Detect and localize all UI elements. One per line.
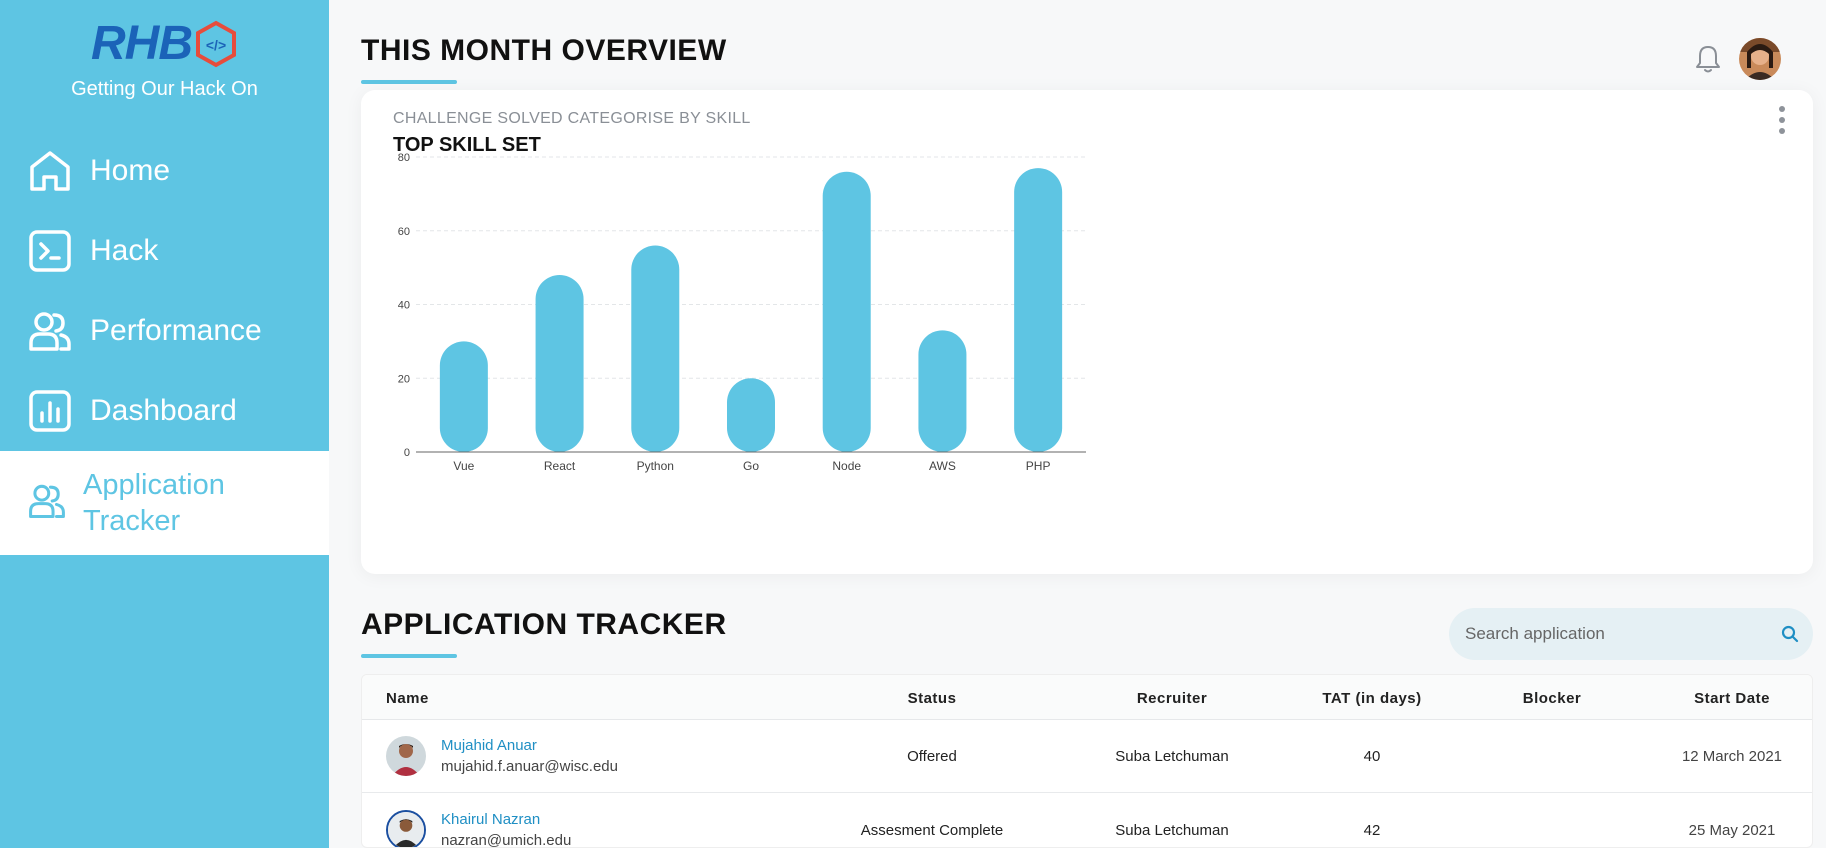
search-box <box>1449 608 1813 660</box>
x-tick-label: Vue <box>453 459 474 473</box>
recruiter-cell: Suba Letchuman <box>1115 748 1229 765</box>
users-icon <box>29 484 65 519</box>
applicant-name-link[interactable]: Khairul Nazran <box>441 811 540 828</box>
sidebar-item-application-tracker[interactable]: Application Tracker <box>0 451 329 555</box>
applicant-name-link[interactable]: Mujahid Anuar <box>441 737 537 754</box>
column-header-recruiter[interactable]: Recruiter <box>1092 690 1252 707</box>
x-tick-label: Node <box>832 459 861 473</box>
search-icon[interactable] <box>1781 625 1799 643</box>
bar-go[interactable] <box>727 378 775 452</box>
search-input[interactable] <box>1465 608 1765 660</box>
application-table: Name Status Recruiter TAT (in days) Bloc… <box>361 674 1813 848</box>
status-cell: Offered <box>907 748 957 765</box>
tat-cell: 40 <box>1363 748 1381 765</box>
column-header-tat[interactable]: TAT (in days) <box>1292 690 1452 707</box>
bar-node[interactable] <box>822 171 871 452</box>
skill-chart-card: CHALLENGE SOLVED CATEGORISE BY SKILL TOP… <box>361 90 1813 574</box>
sidebar-item-dashboard[interactable]: Dashboard <box>0 376 329 446</box>
tracker-title: APPLICATION TRACKER <box>361 608 727 641</box>
recruiter-cell: Suba Letchuman <box>1115 822 1229 839</box>
terminal-icon <box>29 230 71 272</box>
column-header-blocker[interactable]: Blocker <box>1502 690 1602 707</box>
avatar <box>386 736 426 776</box>
column-header-status[interactable]: Status <box>862 690 1002 707</box>
home-icon <box>30 151 70 191</box>
avatar <box>386 810 426 847</box>
table-row[interactable]: Mujahid Anuar mujahid.f.anuar@wisc.edu O… <box>362 720 1812 793</box>
title-underline <box>361 80 457 84</box>
bar-python[interactable] <box>631 245 680 453</box>
x-tick-label: Python <box>637 459 674 473</box>
sidebar-item-label: Hack <box>90 234 159 267</box>
bar-php[interactable] <box>1014 168 1063 452</box>
sidebar-item-label: Home <box>90 154 171 187</box>
sidebar-item-performance[interactable]: Performance <box>0 296 329 366</box>
sidebar: RHB </> Getting Our Hack On Home Hack Pe… <box>0 0 329 848</box>
sidebar-item-label: Application Tracker <box>83 469 225 537</box>
start-date-cell: 25 May 2021 <box>1688 822 1776 839</box>
sidebar-item-label: Dashboard <box>90 394 237 427</box>
applicant-email: nazran@umich.edu <box>441 832 572 848</box>
x-tick-label: AWS <box>929 459 956 473</box>
tat-cell: 42 <box>1363 822 1381 839</box>
sidebar-item-home[interactable]: Home <box>0 136 329 206</box>
code-hex-icon: </> <box>196 20 236 67</box>
bar-aws[interactable] <box>918 330 967 452</box>
users-icon <box>29 312 71 351</box>
bell-icon[interactable] <box>1694 44 1722 74</box>
overview-title: THIS MONTH OVERVIEW <box>361 34 727 67</box>
column-header-start-date[interactable]: Start Date <box>1652 690 1812 707</box>
avatar[interactable] <box>1739 38 1781 80</box>
table-row[interactable]: Khairul Nazran nazran@umich.edu Assesmen… <box>362 794 1812 848</box>
start-date-cell: 12 March 2021 <box>1681 748 1783 765</box>
bar-chart: 0 20 40 60 80 Vue React Python Go Node AWS PHP <box>398 152 1086 473</box>
sidebar-item-label: Performance <box>90 314 262 347</box>
bar-chart-icon <box>29 390 71 432</box>
bar-vue[interactable] <box>439 341 488 452</box>
y-tick-label: 40 <box>398 300 410 312</box>
logo: RHB </> <box>0 16 329 71</box>
title-underline <box>361 654 457 658</box>
status-cell: Assesment Complete <box>860 822 1004 839</box>
logo-text: RHB <box>91 17 193 70</box>
tagline: Getting Our Hack On <box>71 78 258 100</box>
y-tick-label: 60 <box>398 226 410 238</box>
x-tick-label: PHP <box>1026 459 1051 473</box>
y-tick-label: 80 <box>398 152 410 164</box>
sidebar-item-hack[interactable]: Hack <box>0 216 329 286</box>
x-tick-label: Go <box>743 459 759 473</box>
applicant-email: mujahid.f.anuar@wisc.edu <box>441 758 618 775</box>
column-header-name[interactable]: Name <box>386 690 429 707</box>
table-header: Name Status Recruiter TAT (in days) Bloc… <box>362 675 1812 720</box>
x-tick-label: React <box>544 459 576 473</box>
svg-text:</>: </> <box>206 37 226 53</box>
bar-react[interactable] <box>535 275 584 452</box>
y-tick-label: 0 <box>404 447 410 459</box>
y-tick-label: 20 <box>398 373 410 385</box>
